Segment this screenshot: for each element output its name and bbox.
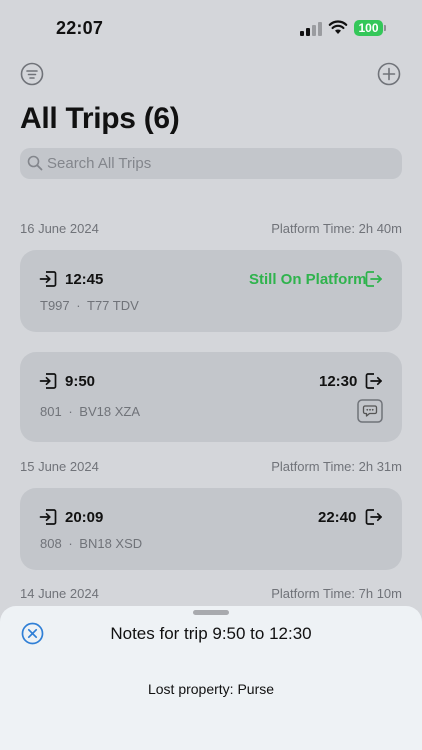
trip-end-time: 12:30 <box>319 373 358 390</box>
sign-in-icon <box>39 372 57 395</box>
wifi-icon <box>328 19 348 40</box>
trip-start-time: 9:50 <box>65 373 96 390</box>
sign-in-icon <box>39 270 57 293</box>
battery-indicator: 100 <box>354 20 383 36</box>
train-number: 801 <box>40 404 62 419</box>
trip-card[interactable] <box>20 488 402 570</box>
sign-out-icon <box>365 372 383 395</box>
search-icon <box>27 155 43 176</box>
group-platform-time: Platform Time: 7h 10m <box>271 586 402 601</box>
train-number: 808 <box>40 536 62 551</box>
trip-start-time: 12:45 <box>65 271 104 288</box>
sheet-grabber[interactable] <box>193 610 229 615</box>
train-number: T997 <box>40 298 70 313</box>
group-date: 15 June 2024 <box>20 459 99 474</box>
filter-icon[interactable] <box>20 62 44 86</box>
page-title: All Trips (6) <box>20 102 180 135</box>
trip-details: 801 · BV18 XZA <box>40 404 140 419</box>
unit-number: T77 TDV <box>87 298 139 313</box>
trip-details: T997 · T77 TDV <box>40 298 139 313</box>
sheet-title: Notes for trip 9:50 to 12:30 <box>110 624 312 643</box>
trip-end-time: 22:40 <box>318 509 357 526</box>
sign-in-icon <box>39 508 57 531</box>
separator: · <box>68 536 73 551</box>
group-date: 14 June 2024 <box>20 586 99 601</box>
add-trip-icon[interactable] <box>377 62 401 86</box>
sign-out-icon <box>365 270 383 293</box>
note-bubble-icon[interactable] <box>357 399 383 428</box>
cellular-signal-icon <box>300 22 322 36</box>
separator: · <box>76 298 81 313</box>
group-date: 16 June 2024 <box>20 221 99 236</box>
group-platform-time: Platform Time: 2h 31m <box>271 459 402 474</box>
sign-out-icon <box>365 508 383 531</box>
trip-card[interactable] <box>20 352 402 442</box>
unit-number: BN18 XSD <box>79 536 143 551</box>
unit-number: BV18 XZA <box>79 404 140 419</box>
group-platform-time: Platform Time: 2h 40m <box>271 221 402 236</box>
status-time: 22:07 <box>56 18 104 38</box>
trip-details: 808 · BN18 XSD <box>40 536 142 551</box>
trip-status: Still On Platform <box>249 271 367 288</box>
separator: · <box>68 404 73 419</box>
trip-card[interactable] <box>20 250 402 332</box>
search-placeholder: Search All Trips <box>47 155 152 172</box>
trip-note-text: Lost property: Purse <box>147 681 275 697</box>
battery-cap <box>384 25 386 31</box>
trip-start-time: 20:09 <box>65 509 104 526</box>
